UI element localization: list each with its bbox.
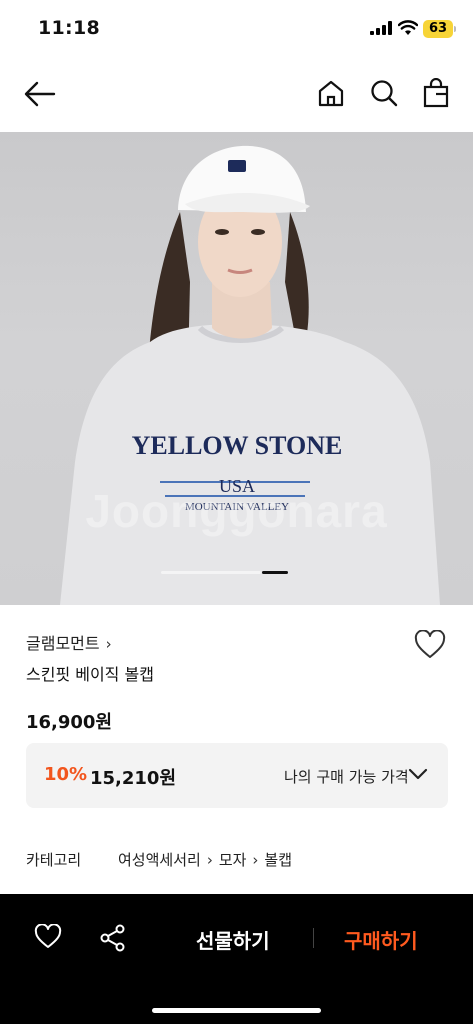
brand-link[interactable]: 글램모먼트 › [26, 630, 112, 654]
battery-icon: 63 [423, 20, 453, 38]
nav-bar [0, 58, 473, 132]
battery-tip [454, 26, 456, 32]
back-arrow-icon[interactable] [24, 80, 56, 108]
category-breadcrumb: 여성액세서리 › 모자 › 볼캡 [118, 849, 292, 870]
chevron-right-icon: › [105, 635, 112, 653]
watermark: Joonggonara [85, 485, 388, 537]
home-icon[interactable] [316, 78, 346, 108]
my-price-label: 나의 구매 가능 가격 [284, 768, 409, 786]
heart-icon[interactable] [414, 630, 446, 660]
category-crumb-2[interactable]: 모자 [219, 851, 247, 869]
search-icon[interactable] [369, 78, 399, 108]
product-name: 스킨핏 베이직 볼캡 [26, 665, 154, 684]
discount-price: 15,210원 [90, 768, 177, 789]
signal-icon [370, 21, 392, 35]
chevron-down-icon [408, 768, 428, 780]
print-line-1: YELLOW STONE [132, 431, 343, 460]
product-image[interactable]: YELLOW STONE USA MOUNTAIN VALLEY Joonggo… [0, 132, 473, 605]
discount-rate: 10% [44, 764, 88, 785]
divider [313, 928, 314, 948]
carousel-indicator-2 [262, 571, 288, 574]
price: 16,900원 [26, 712, 113, 733]
brand-name: 글램모먼트 [26, 634, 100, 653]
shopping-bag-icon[interactable] [422, 78, 450, 108]
category-crumb-3[interactable]: 볼캡 [264, 851, 292, 869]
wifi-icon [398, 20, 418, 35]
heart-icon[interactable] [34, 924, 62, 950]
status-bar: 11:18 63 [0, 0, 473, 58]
home-indicator[interactable] [152, 1008, 321, 1013]
share-icon[interactable] [100, 924, 126, 952]
bottom-action-bar: 선물하기 구매하기 [0, 894, 473, 1024]
category-label: 카테고리 [26, 851, 82, 869]
buy-button[interactable]: 구매하기 [344, 925, 418, 954]
category-crumb-1[interactable]: 여성액세서리 [118, 851, 201, 869]
chevron-right-icon: › [206, 851, 213, 869]
discount-price-box[interactable]: 10% 15,210원 나의 구매 가능 가격 [26, 743, 448, 808]
chevron-right-icon: › [252, 851, 259, 869]
gift-button[interactable]: 선물하기 [196, 925, 270, 954]
status-time: 11:18 [38, 17, 100, 39]
carousel-indicator-1 [161, 571, 261, 574]
